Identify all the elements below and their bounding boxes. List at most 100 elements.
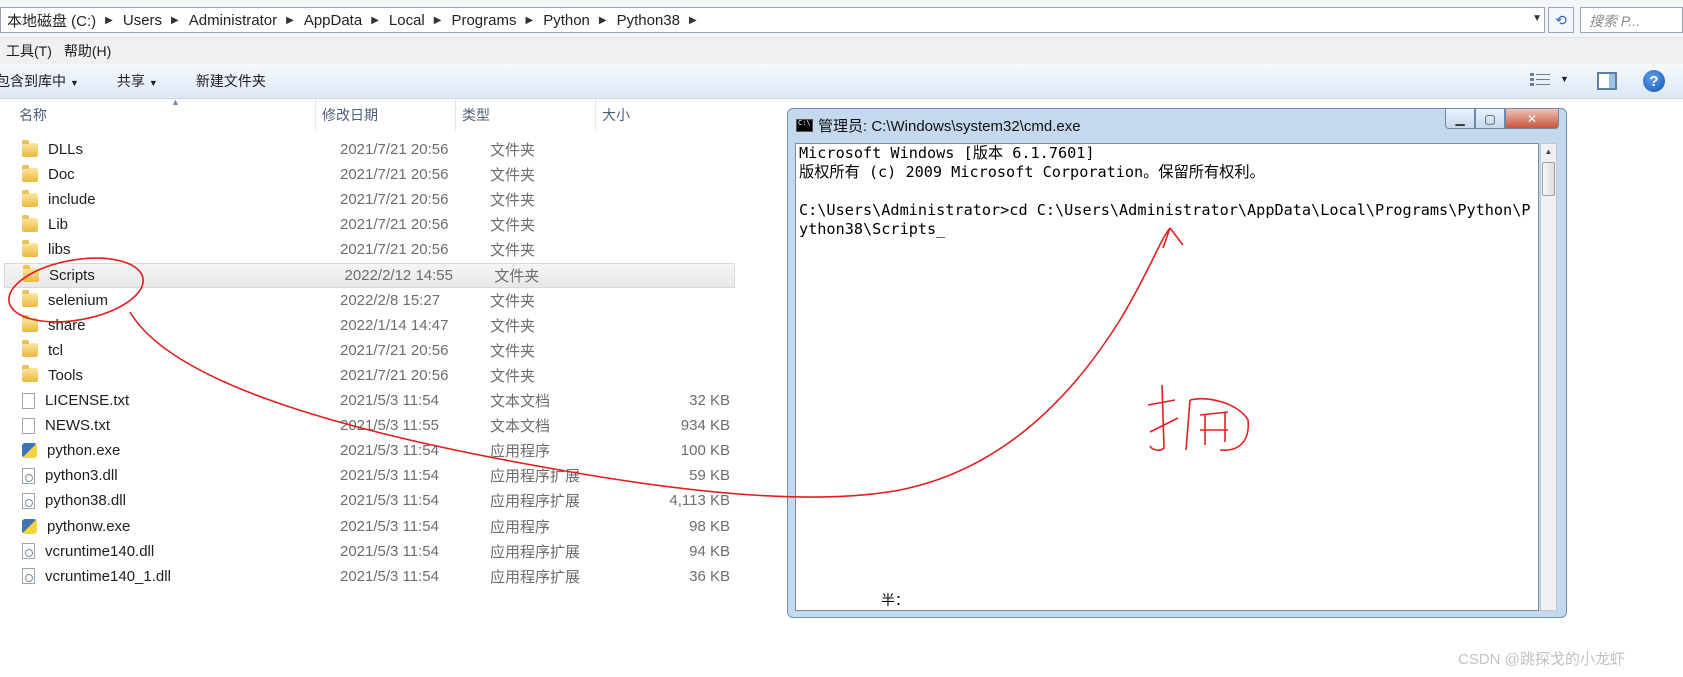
- breadcrumb-item[interactable]: Administrator ▶: [189, 12, 304, 29]
- column-size[interactable]: 大小: [596, 99, 736, 131]
- file-type: 应用程序: [490, 518, 551, 536]
- sort-ascending-icon: ▲: [171, 97, 180, 107]
- minimize-button[interactable]: ▁: [1445, 109, 1475, 129]
- chevron-down-icon[interactable]: ▼: [1560, 74, 1569, 84]
- help-icon[interactable]: ?: [1643, 70, 1665, 92]
- column-headers: 名称 修改日期 类型 大小: [0, 99, 750, 131]
- column-name[interactable]: 名称: [0, 99, 316, 131]
- file-type: 文件夹: [490, 142, 536, 159]
- view-options-icon[interactable]: [1530, 72, 1550, 88]
- breadcrumb-separator-icon[interactable]: ▶: [105, 15, 113, 26]
- breadcrumb-item[interactable]: 本地磁盘 (C:) ▶: [7, 10, 123, 31]
- file-size: 100 KB: [680, 442, 730, 460]
- preview-pane-icon[interactable]: [1597, 72, 1617, 90]
- breadcrumb-separator-icon[interactable]: ▶: [434, 15, 442, 26]
- share-button[interactable]: 共享 ▼: [117, 71, 158, 91]
- file-name-cell: Scripts: [5, 265, 345, 284]
- file-row[interactable]: Tools 2021/7/21 20:56 文件夹: [0, 363, 735, 388]
- vertical-scrollbar[interactable]: ▲: [1540, 143, 1557, 611]
- folder-icon: [22, 239, 38, 257]
- file-row[interactable]: vcruntime140_1.dll 2021/5/3 11:54 应用程序扩展 36…: [0, 564, 735, 589]
- folder-icon: [22, 315, 38, 333]
- scrollbar-thumb[interactable]: [1542, 162, 1555, 196]
- file-size: 4,113 KB: [669, 492, 730, 510]
- file-name-cell: python38.dll: [0, 492, 340, 509]
- menu-help[interactable]: 帮助(H): [58, 41, 117, 61]
- console-line: 版权所有 (c) 2009 Microsoft Corporation。保留所有…: [799, 163, 1265, 181]
- cmd-window[interactable]: 管理员: C:\Windows\system32\cmd.exe ▁ ▢ ✕ M…: [787, 108, 1567, 618]
- file-type: 文件夹: [490, 167, 536, 185]
- file-type: 文件夹: [490, 342, 536, 360]
- file-type: 文本文档: [490, 418, 551, 436]
- breadcrumb-item[interactable]: AppData ▶: [304, 12, 389, 29]
- scroll-up-icon[interactable]: ▲: [1541, 144, 1556, 160]
- file-row[interactable]: NEWS.txt 2021/5/3 11:55 文本文档 934 KB: [0, 413, 735, 438]
- breadcrumb-label: 本地磁盘 (C:): [7, 12, 97, 30]
- command-bar: 包含到库中 ▼ 共享 ▼ 新建文件夹 ▼ ?: [0, 64, 1683, 99]
- file-date: 2021/5/3 11:54: [340, 567, 439, 585]
- include-in-library-button[interactable]: 包含到库中 ▼: [0, 71, 79, 91]
- cmd-app-icon: [796, 119, 813, 132]
- file-name-cell: Lib: [0, 214, 340, 233]
- file-row[interactable]: vcruntime140.dll 2021/5/3 11:54 应用程序扩展 94 K…: [0, 539, 735, 564]
- breadcrumb-label: Python38: [616, 11, 680, 29]
- file-size: 98 KB: [689, 517, 730, 535]
- breadcrumb-separator-icon[interactable]: ▶: [525, 15, 533, 26]
- new-folder-button[interactable]: 新建文件夹: [196, 71, 266, 91]
- file-size: 59 KB: [689, 467, 730, 485]
- dll-file-icon: [22, 543, 35, 560]
- file-row[interactable]: Doc 2021/7/21 20:56 文件夹: [0, 162, 735, 187]
- file-row[interactable]: LICENSE.txt 2021/5/3 11:54 文本文档 32 KB: [0, 388, 735, 413]
- dll-file-icon: [22, 568, 35, 585]
- file-name: Doc: [48, 166, 75, 184]
- file-row[interactable]: include 2021/7/21 20:56 文件夹: [0, 187, 735, 212]
- file-name-cell: include: [0, 189, 340, 208]
- file-name-cell: Doc: [0, 164, 340, 184]
- menu-tools[interactable]: 工具(T): [0, 41, 58, 61]
- file-name-cell: NEWS.txt: [0, 417, 340, 434]
- breadcrumb[interactable]: 本地磁盘 (C:) ▶ Users ▶ Administrator ▶ AppData ▶ Lo…: [0, 7, 1545, 33]
- file-type: 文件夹: [494, 267, 540, 285]
- column-modified[interactable]: 修改日期: [316, 99, 456, 131]
- breadcrumb-separator-icon[interactable]: ▶: [599, 15, 607, 26]
- file-name: libs: [48, 241, 71, 259]
- breadcrumb-item[interactable]: Python38 ▶: [617, 12, 707, 29]
- file-date: 2021/7/21 20:56: [340, 366, 449, 384]
- close-button[interactable]: ✕: [1505, 109, 1559, 129]
- file-name: Tools: [48, 366, 84, 384]
- file-type: 文件夹: [490, 367, 536, 385]
- file-row[interactable]: Scripts 2022/2/12 14:55 文件夹: [4, 262, 735, 288]
- python-exe-icon: [22, 443, 37, 459]
- file-row[interactable]: DLLs 2021/7/21 20:56 文件夹: [0, 137, 735, 162]
- file-row[interactable]: tcl 2021/7/21 20:56 文件夹: [0, 338, 735, 363]
- address-dropdown-icon[interactable]: ▼: [1532, 13, 1542, 24]
- breadcrumb-item[interactable]: Python ▶: [543, 12, 616, 29]
- file-row[interactable]: python.exe 2021/5/3 11:54 应用程序 100 KB: [0, 438, 735, 463]
- file-type: 文件夹: [490, 242, 536, 260]
- file-row[interactable]: pythonw.exe 2021/5/3 11:54 应用程序 98 KB: [0, 514, 735, 539]
- breadcrumb-separator-icon[interactable]: ▶: [371, 15, 379, 26]
- file-name-cell: Tools: [0, 365, 340, 384]
- breadcrumb-item[interactable]: Programs ▶: [451, 12, 543, 29]
- file-name: Scripts: [49, 266, 95, 284]
- breadcrumb-item[interactable]: Local ▶: [389, 12, 452, 29]
- folder-icon: [22, 290, 38, 308]
- file-date: 2021/7/21 20:56: [340, 191, 449, 209]
- file-row[interactable]: Lib 2021/7/21 20:56 文件夹: [0, 212, 735, 237]
- refresh-icon[interactable]: ⟲: [1548, 7, 1574, 33]
- file-row[interactable]: libs 2021/7/21 20:56 文件夹: [0, 237, 735, 262]
- file-row[interactable]: python3.dll 2021/5/3 11:54 应用程序扩展 59 KB: [0, 463, 735, 488]
- maximize-button[interactable]: ▢: [1475, 109, 1505, 129]
- file-row[interactable]: share 2022/1/14 14:47 文件夹: [0, 313, 735, 338]
- column-type[interactable]: 类型: [456, 99, 596, 131]
- console-output[interactable]: Microsoft Windows [版本 6.1.7601] 版权所有 (c) …: [795, 143, 1539, 611]
- breadcrumb-separator-icon[interactable]: ▶: [286, 15, 294, 26]
- file-row[interactable]: python38.dll 2021/5/3 11:54 应用程序扩展 4,113 KB: [0, 488, 735, 513]
- breadcrumb-separator-icon[interactable]: ▶: [689, 15, 697, 26]
- file-name: python38.dll: [45, 492, 126, 510]
- search-input[interactable]: 搜索 P...: [1580, 7, 1683, 33]
- file-name-cell: DLLs: [0, 139, 340, 158]
- breadcrumb-item[interactable]: Users ▶: [123, 12, 189, 29]
- file-row[interactable]: selenium 2022/2/8 15:27 文件夹: [0, 288, 735, 313]
- breadcrumb-separator-icon[interactable]: ▶: [171, 15, 179, 26]
